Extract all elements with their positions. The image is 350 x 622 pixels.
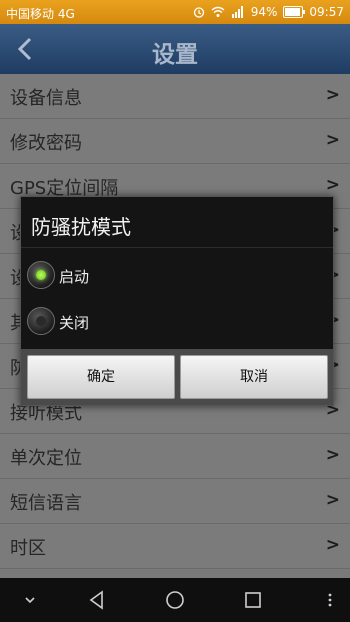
title-bar: 设置 (0, 24, 350, 74)
chevron-right-icon: > (325, 445, 340, 465)
chevron-right-icon: > (325, 490, 340, 510)
navigation-bar (0, 578, 350, 622)
option-label: 关闭 (59, 314, 90, 332)
option-label: 启动 (59, 268, 90, 286)
option-enable[interactable]: 启动 (27, 259, 167, 293)
home-icon[interactable] (161, 586, 189, 614)
list-item-label: 设备信息 (10, 88, 82, 109)
anti-harassment-dialog: 防骚扰模式 启动 关闭 确定 取消 (20, 196, 334, 406)
cancel-button[interactable]: 取消 (180, 355, 328, 399)
back-icon[interactable] (83, 586, 111, 614)
list-item[interactable]: 修改密码 > (0, 119, 350, 164)
chevron-right-icon: > (325, 85, 340, 105)
list-item[interactable]: 时区 > (0, 524, 350, 569)
chevron-right-icon: > (325, 175, 340, 195)
divider (21, 247, 333, 248)
wifi-icon (211, 6, 225, 17)
page-title: 设置 (152, 42, 198, 68)
confirm-button[interactable]: 确定 (27, 355, 175, 399)
radio-button-selected[interactable] (27, 261, 55, 289)
list-item[interactable]: 单次定位 > (0, 434, 350, 479)
chevron-right-icon: > (325, 535, 340, 555)
chevron-right-icon: > (325, 130, 340, 150)
list-item-label: 单次定位 (10, 448, 82, 469)
dialog-title: 防骚扰模式 (31, 215, 131, 239)
clock: 09:57 (309, 5, 344, 19)
more-icon[interactable] (316, 586, 344, 614)
list-item-label: 时区 (10, 538, 46, 559)
status-bar: 中国移动 4G 94% 09:57 (0, 0, 350, 24)
recent-apps-icon[interactable] (239, 586, 267, 614)
carrier-label: 中国移动 4G (6, 7, 75, 21)
signal-4g-icon (231, 6, 243, 18)
dialog-button-row: 确定 取消 (21, 349, 333, 405)
radio-button-unselected[interactable] (27, 307, 55, 335)
list-item[interactable]: 短信语言 > (0, 479, 350, 524)
list-item-label: 修改密码 (10, 133, 82, 154)
alarm-icon (193, 7, 204, 18)
battery-percent: 94% (250, 5, 278, 19)
list-item-label: 短信语言 (10, 493, 82, 514)
list-item[interactable]: 设备信息 > (0, 74, 350, 119)
battery-icon (283, 6, 306, 18)
collapse-icon[interactable] (16, 586, 44, 614)
option-disable[interactable]: 关闭 (27, 305, 167, 339)
